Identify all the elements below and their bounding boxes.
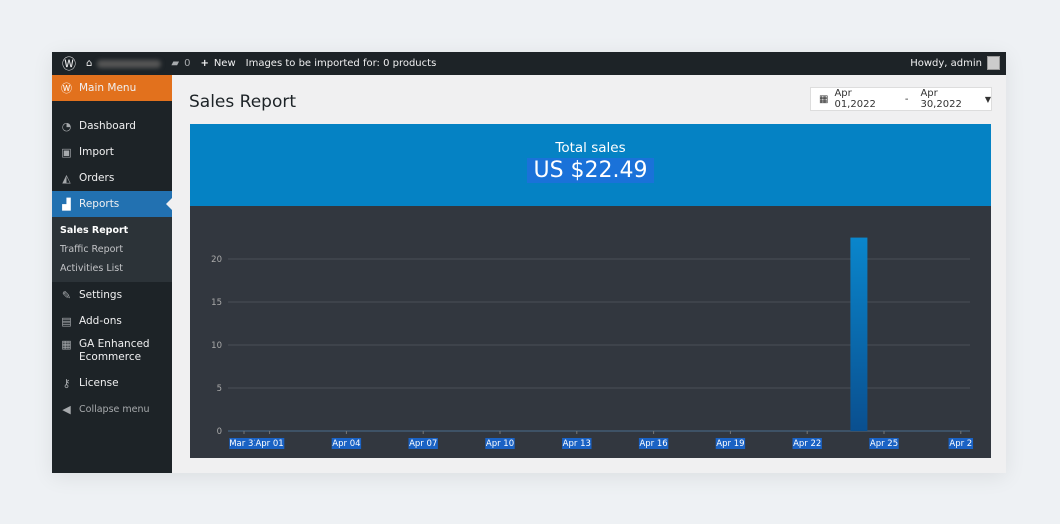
total-sales-value: US $22.49 — [527, 158, 654, 183]
x-tick-label: Apr 19 — [716, 439, 744, 449]
sales-bar — [850, 237, 868, 431]
admin-bar: Ⓦ ⌂ ▰ 0 + New Images to be imported for: 0… — [52, 52, 1006, 75]
y-tick-label: 20 — [211, 255, 222, 265]
sidebar-item-reports[interactable]: ▟ Reports — [52, 191, 172, 217]
date-separator: - — [904, 93, 909, 105]
x-tick-label: Apr 13 — [563, 439, 591, 449]
x-tick-label: Apr 07 — [409, 439, 437, 449]
x-tick-label: Apr 25 — [870, 439, 898, 449]
sidebar-label: Main Menu — [79, 82, 137, 94]
total-sales-label: Total sales — [555, 140, 626, 156]
new-button[interactable]: + New — [200, 58, 235, 69]
chart-icon: ▟ — [62, 197, 71, 211]
comments-link[interactable]: ▰ 0 — [171, 58, 190, 69]
sidebar-item-main-menu[interactable]: Ⓦ Main Menu — [52, 75, 172, 101]
home-icon: ⌂ — [86, 58, 93, 69]
page-title: Sales Report — [189, 92, 297, 112]
total-sales-header: Total sales US $22.49 — [190, 124, 991, 206]
site-home-link[interactable]: ⌂ — [86, 58, 162, 69]
x-tick-label: Apr 22 — [793, 439, 821, 449]
sales-panel: Total sales US $22.49 0 5 10 15 20 Mar 31 Apr … — [190, 124, 991, 458]
sidebar-label: License — [79, 377, 119, 389]
ga-icon: ▦ — [61, 338, 72, 351]
x-tick-label: Apr 10 — [486, 439, 514, 449]
y-tick-label: 5 — [217, 384, 222, 394]
comments-count: 0 — [184, 58, 191, 69]
howdy-label: Howdy, admin — [910, 57, 982, 69]
submenu-sales-report[interactable]: Sales Report — [52, 221, 172, 240]
app-window: Ⓦ ⌂ ▰ 0 + New Images to be imported for: 0… — [52, 52, 1006, 473]
new-label: New — [213, 58, 236, 69]
x-tick-label: Apr 16 — [639, 439, 667, 449]
sidebar-label: Dashboard — [79, 120, 136, 132]
sidebar-item-settings[interactable]: ✎ Settings — [52, 282, 172, 308]
calendar-icon: ▦ — [819, 93, 829, 105]
sidebar-label: Collapse menu — [79, 403, 150, 415]
date-from: Apr 01,2022 — [834, 88, 876, 110]
sidebar-label: GA Enhanced Ecommerce — [79, 338, 150, 363]
bag-icon: ▣ — [61, 145, 72, 159]
site-name-blurred — [97, 59, 162, 68]
x-tick-label: Mar 31 — [229, 439, 259, 449]
collapse-menu-button[interactable]: ◀ Collapse menu — [52, 396, 172, 422]
submenu-activities-list[interactable]: Activities List — [52, 259, 172, 278]
y-tick-label: 10 — [211, 341, 222, 351]
sidebar-label: Reports — [79, 198, 120, 210]
collapse-icon: ◀ — [62, 402, 71, 416]
date-to: Apr 30,2022 — [920, 88, 962, 110]
sidebar-item-dashboard[interactable]: ◔ Dashboard — [52, 113, 172, 139]
wordpress-icon: Ⓦ — [61, 82, 72, 95]
sidebar-label: Settings — [79, 289, 123, 301]
avatar — [987, 56, 1000, 70]
y-tick-label: 15 — [211, 298, 222, 308]
key-icon: ⚷ — [62, 376, 71, 390]
x-tick-label: Apr 01 — [255, 439, 283, 449]
sales-chart: 0 5 10 15 20 Mar 31Apr 01 Apr 04 Apr 07 Apr 10 Ap… — [211, 237, 974, 449]
comment-icon: ▰ — [171, 58, 180, 69]
wordpress-logo-icon[interactable]: Ⓦ — [62, 54, 76, 74]
x-tick-label: Apr 2 — [949, 439, 972, 449]
x-tick-label: Apr 04 — [332, 439, 360, 449]
y-tick-label: 0 — [217, 427, 222, 437]
archive-icon: ▤ — [61, 314, 72, 328]
account-menu[interactable]: Howdy, admin — [910, 56, 1000, 70]
reports-submenu: Sales Report Traffic Report Activities L… — [52, 217, 172, 282]
chart-area-icon: ◭ — [62, 171, 71, 185]
sidebar-label: Add-ons — [79, 315, 122, 327]
dashboard-icon: ◔ — [61, 119, 72, 133]
wrench-icon: ✎ — [61, 288, 72, 302]
sidebar-item-import[interactable]: ▣ Import — [52, 139, 172, 165]
import-notice[interactable]: Images to be imported for: 0 products — [246, 58, 437, 69]
date-range-picker[interactable]: ▦ Apr 01,2022 - Apr 30,2022 ▼ — [810, 87, 992, 111]
caret-down-icon: ▼ — [984, 94, 991, 104]
sidebar-label: Import — [79, 146, 114, 158]
sidebar: Ⓦ Main Menu ◔ Dashboard ▣ Import ◭ Orders ▟ R… — [52, 75, 172, 473]
sidebar-item-license[interactable]: ⚷ License — [52, 370, 172, 396]
sidebar-label: Orders — [79, 172, 115, 184]
plus-icon: + — [200, 58, 209, 69]
submenu-traffic-report[interactable]: Traffic Report — [52, 240, 172, 259]
sidebar-item-addons[interactable]: ▤ Add-ons — [52, 308, 172, 334]
sidebar-item-ga-ecommerce[interactable]: ▦ GA Enhanced Ecommerce — [52, 334, 172, 370]
sidebar-item-orders[interactable]: ◭ Orders — [52, 165, 172, 191]
